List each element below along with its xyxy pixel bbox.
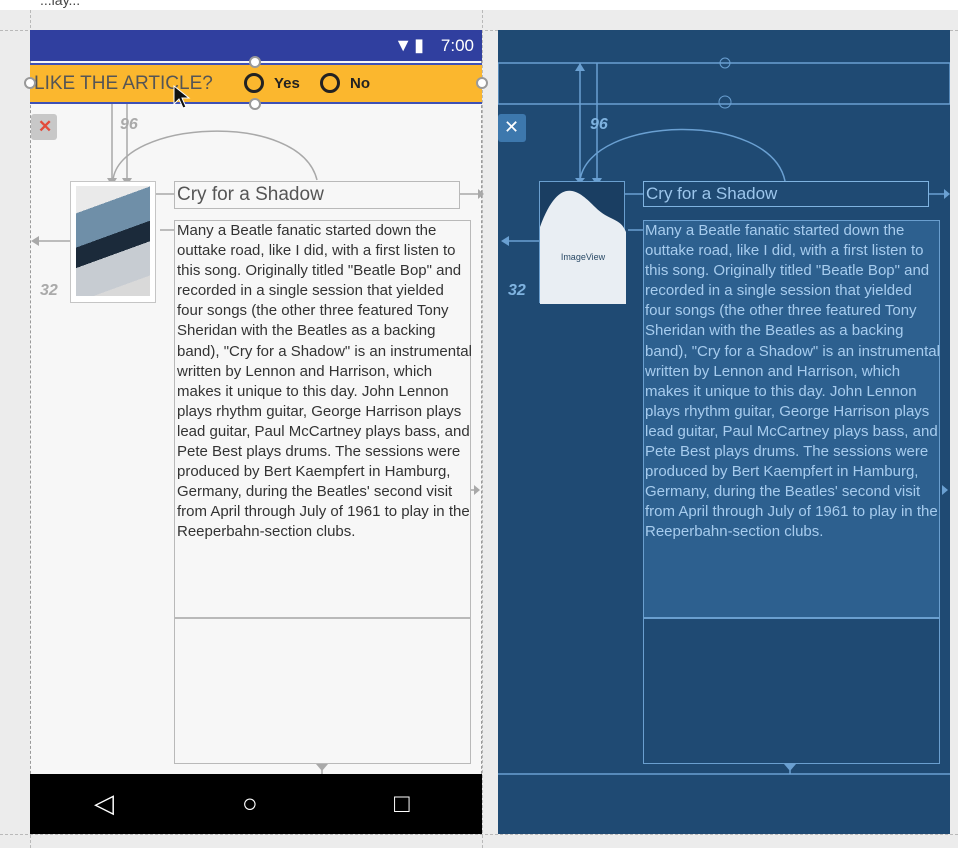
article-title: Cry for a Shadow — [177, 184, 324, 205]
back-button[interactable]: ◁ — [94, 788, 114, 819]
blueprint-clear-constraints-button[interactable]: ✕ — [498, 114, 526, 142]
top-margin-label: 96 — [120, 116, 138, 133]
article-body-view[interactable]: Many a Beatle fanatic started down the o… — [174, 220, 472, 618]
blueprint-left-margin-label: 32 — [508, 282, 526, 299]
blueprint-body-view[interactable]: Many a Beatle fanatic started down the o… — [643, 220, 940, 618]
blueprint-article-title: Cry for a Shadow — [646, 184, 778, 203]
left-margin-label: 32 — [40, 282, 58, 299]
blueprint-article-body: Many a Beatle fanatic started down the o… — [645, 222, 940, 541]
article-title-view[interactable]: Cry for a Shadow — [174, 181, 460, 209]
article-body-lower-bounds — [174, 618, 471, 764]
album-art-picture — [76, 186, 150, 296]
blueprint-image-view[interactable]: ImageView — [539, 181, 626, 304]
nav-bar: ◁ ○ □ — [30, 774, 482, 834]
article-body: Many a Beatle fanatic started down the o… — [177, 222, 472, 541]
image-placeholder-icon — [540, 190, 626, 304]
blueprint-clear-constraints-icon: ✕ — [504, 117, 520, 137]
blueprint-top-margin-label: 96 — [590, 116, 608, 133]
image-view-label: ImageView — [560, 252, 606, 262]
blueprint-body-lower-bounds — [643, 618, 940, 764]
blueprint-title-view[interactable]: Cry for a Shadow — [643, 181, 929, 207]
home-button[interactable]: ○ — [242, 788, 258, 819]
recents-button[interactable]: □ — [394, 788, 410, 819]
